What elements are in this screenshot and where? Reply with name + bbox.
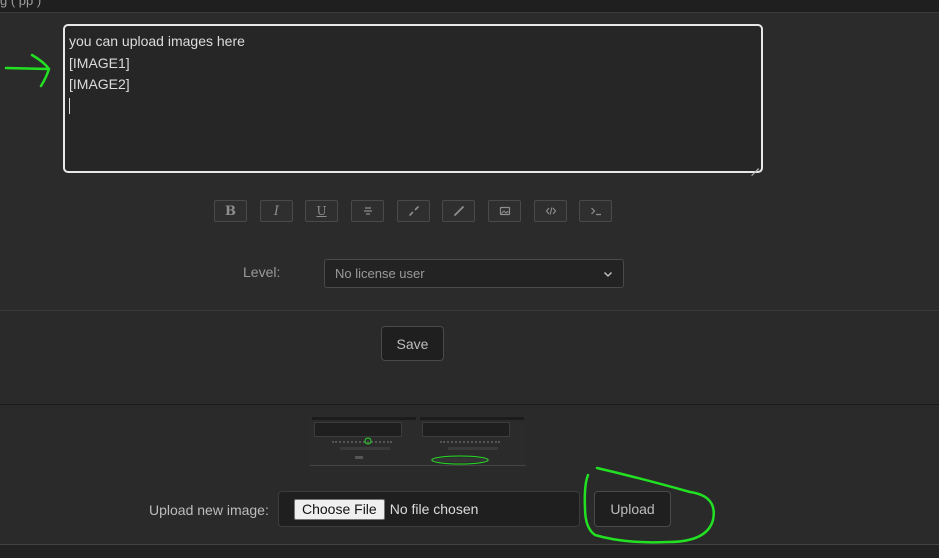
image-thumbnail-1[interactable]	[310, 416, 418, 466]
header-strip: g ( pp )	[0, 0, 939, 13]
bold-icon: B	[225, 203, 236, 219]
header-partial-title: g ( pp )	[0, 0, 42, 8]
file-status: No file chosen	[389, 501, 479, 517]
strikethrough-icon	[363, 207, 372, 215]
resize-grip-icon[interactable]	[751, 161, 759, 169]
strikethrough-button[interactable]	[351, 200, 384, 222]
code-button[interactable]	[534, 200, 567, 222]
terminal-icon	[590, 207, 601, 216]
save-button[interactable]: Save	[381, 326, 444, 361]
textarea-line: [IMAGE2]	[69, 76, 130, 92]
underline-button[interactable]: U	[305, 200, 338, 222]
terminal-button[interactable]	[579, 200, 612, 222]
unlink-icon	[453, 206, 464, 216]
upload-button[interactable]: Upload	[594, 491, 671, 527]
text-caret	[69, 97, 70, 114]
link-button[interactable]	[397, 200, 430, 222]
code-icon	[545, 207, 556, 215]
upload-label: Upload new image:	[149, 502, 269, 518]
italic-icon: I	[273, 203, 280, 219]
insert-image-button[interactable]	[488, 200, 521, 222]
link-icon	[408, 206, 419, 216]
level-label: Level:	[243, 264, 281, 280]
textarea-line: you can upload images here	[69, 33, 245, 49]
file-input[interactable]: Choose File No file chosen	[278, 491, 580, 527]
image-gallery: Upload new image: Choose File No file ch…	[0, 404, 939, 544]
footer-strip	[0, 544, 939, 558]
unlink-button[interactable]	[442, 200, 475, 222]
save-section: Save	[0, 310, 939, 404]
page: g ( pp ) you can upload images here [IMA…	[0, 0, 939, 558]
italic-button[interactable]: I	[260, 200, 293, 222]
choose-file-button[interactable]: Choose File	[294, 498, 385, 520]
bold-button[interactable]: B	[214, 200, 247, 222]
image-thumbnail-2[interactable]	[418, 416, 526, 466]
level-select[interactable]: No license user	[324, 259, 624, 288]
textarea-line: [IMAGE1]	[69, 54, 130, 71]
underline-icon: U	[316, 204, 327, 218]
editor-section: you can upload images here [IMAGE1] [IMA…	[0, 13, 939, 310]
thumbnail-annotation	[431, 455, 489, 465]
image-icon	[499, 206, 510, 216]
content-textarea[interactable]: you can upload images here [IMAGE1] [IMA…	[63, 24, 763, 173]
chevron-down-icon	[603, 271, 613, 277]
level-selected-value: No license user	[335, 266, 425, 281]
thumbnail-annotation	[364, 437, 372, 445]
